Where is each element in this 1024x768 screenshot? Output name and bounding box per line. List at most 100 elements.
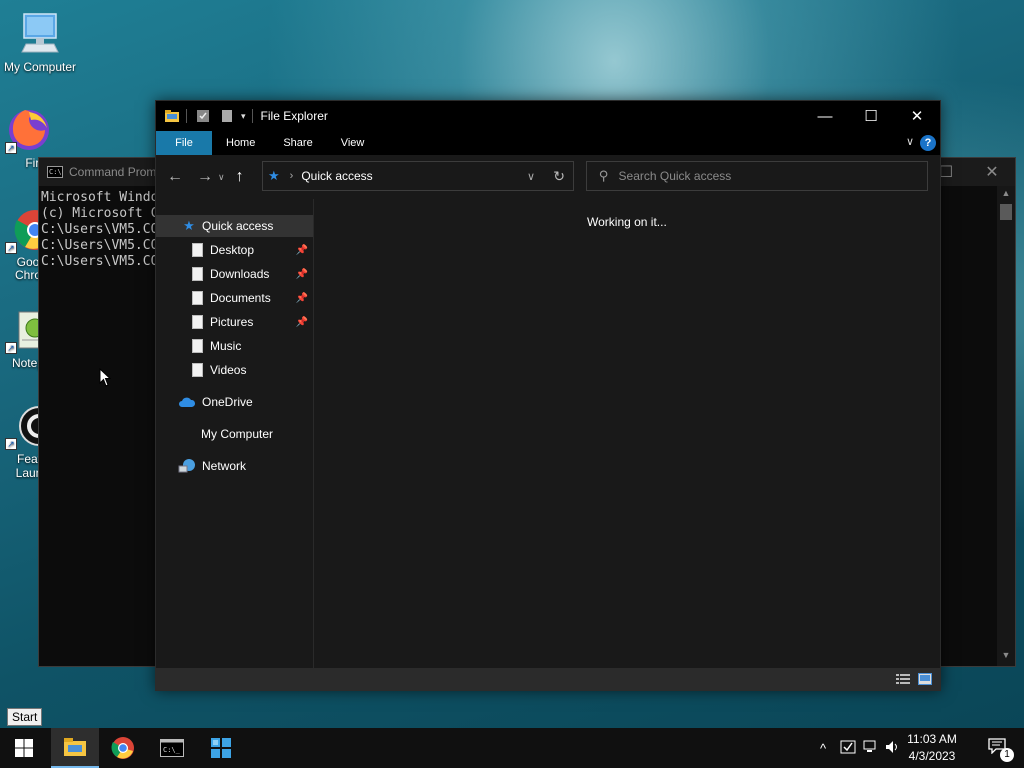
desktop-icon-label: My Computer <box>3 60 77 74</box>
status-bar <box>156 668 940 690</box>
tab-share[interactable]: Share <box>269 131 326 155</box>
address-dropdown-icon[interactable]: ∨ <box>527 170 535 183</box>
explorer-title-bar[interactable]: ▾ File Explorer — ☐ ✕ <box>156 101 940 131</box>
nav-item-pictures[interactable]: Pictures 📌 <box>190 311 312 333</box>
nav-item-label: Desktop <box>210 243 255 257</box>
shortcut-arrow-icon: ↗ <box>5 142 17 154</box>
document-icon <box>190 290 204 306</box>
start-tooltip: Start <box>7 708 43 726</box>
document-icon <box>190 314 204 330</box>
tab-view[interactable]: View <box>327 131 379 155</box>
divider <box>251 109 253 123</box>
details-view-icon[interactable] <box>896 672 910 684</box>
mouse-cursor-icon <box>99 367 113 388</box>
taskbar-file-explorer[interactable] <box>51 728 99 768</box>
taskbar-clock[interactable]: 11:03 AM 4/3/2023 <box>902 731 962 765</box>
close-icon[interactable]: ✕ <box>969 158 1015 186</box>
large-icons-view-icon[interactable] <box>918 672 932 685</box>
pin-icon[interactable]: 📌 <box>296 269 308 280</box>
file-explorer-window[interactable]: ▾ File Explorer — ☐ ✕ File Home Share Vi… <box>155 100 941 691</box>
explorer-content: ★ Quick access Desktop 📌 Downloads 📌 Doc… <box>156 199 940 669</box>
chrome-icon <box>111 737 134 759</box>
loading-message: Working on it... <box>587 215 667 229</box>
taskbar-chrome[interactable] <box>99 728 147 768</box>
pin-icon[interactable]: 📌 <box>296 317 308 328</box>
svg-text:C:\_: C:\_ <box>163 746 181 754</box>
breadcrumb-chevron-icon[interactable]: › <box>290 170 294 182</box>
forward-arrow-icon[interactable]: → <box>192 164 218 190</box>
customize-quick-access-icon[interactable]: ▾ <box>241 111 246 122</box>
refresh-icon[interactable]: ↻ <box>553 168 565 185</box>
back-arrow-icon[interactable]: ← <box>162 164 188 190</box>
properties-icon[interactable] <box>195 108 211 124</box>
nav-item-onedrive[interactable]: OneDrive <box>178 391 312 413</box>
new-folder-icon[interactable] <box>219 108 235 124</box>
cmd-scrollbar[interactable]: ▲ ▼ <box>997 186 1015 666</box>
nav-item-label: Music <box>210 339 242 353</box>
start-button[interactable] <box>0 728 48 768</box>
notification-badge: 1 <box>1000 748 1014 762</box>
taskbar: C:\_ ^ 11:03 AM 4/3/2023 1 <box>0 728 1024 768</box>
search-icon: ⚲ <box>599 168 609 183</box>
nav-item-desktop[interactable]: Desktop 📌 <box>190 239 312 261</box>
folder-icon <box>164 108 180 124</box>
breadcrumb[interactable]: Quick access <box>301 169 372 183</box>
shortcut-arrow-icon: ↗ <box>5 438 17 450</box>
help-icon[interactable]: ? <box>920 135 936 151</box>
tab-home[interactable]: Home <box>212 131 269 155</box>
taskbar-app[interactable] <box>197 728 245 768</box>
minimize-icon[interactable]: — <box>802 101 848 131</box>
search-input[interactable] <box>618 169 919 183</box>
nav-item-downloads[interactable]: Downloads 📌 <box>190 263 312 285</box>
taskbar-command-prompt[interactable]: C:\_ <box>148 728 196 768</box>
up-arrow-icon[interactable]: ↑ <box>227 164 253 190</box>
action-center-button[interactable]: 1 <box>988 738 1014 762</box>
nav-item-documents[interactable]: Documents 📌 <box>190 287 312 309</box>
desktop-icon-my-computer[interactable]: My Computer <box>0 10 80 74</box>
nav-item-label: Videos <box>210 363 247 377</box>
clock-time: 11:03 AM <box>907 732 957 746</box>
folder-icon <box>64 738 86 756</box>
address-bar[interactable]: ★ › Quick access ∨ ↻ <box>262 161 574 191</box>
show-hidden-icons-icon[interactable]: ^ <box>814 741 832 756</box>
star-icon: ★ <box>183 218 195 233</box>
pin-icon[interactable]: 📌 <box>296 245 308 256</box>
cmd-title-text: Command Prom <box>69 165 157 179</box>
recent-locations-icon[interactable]: ∨ <box>218 172 225 183</box>
network-status-icon[interactable] <box>860 740 882 757</box>
nav-item-quick-access[interactable]: ★ Quick access <box>156 215 313 237</box>
nav-item-network[interactable]: Network <box>178 455 312 477</box>
document-icon <box>190 242 204 258</box>
app-tiles-icon <box>211 738 231 758</box>
scroll-up-icon[interactable]: ▲ <box>997 188 1015 202</box>
system-tray: ^ <box>814 728 904 768</box>
network-icon <box>178 458 196 474</box>
scroll-thumb[interactable] <box>1000 204 1012 220</box>
navigation-bar: ← → ∨ ↑ ★ › Quick access ∨ ↻ ⚲ <box>156 155 940 199</box>
computer-icon <box>16 10 64 58</box>
expand-ribbon-icon[interactable]: ∨ <box>906 135 914 148</box>
nav-item-my-computer[interactable]: My Computer <box>201 423 312 445</box>
search-box[interactable]: ⚲ <box>586 161 928 191</box>
document-icon <box>190 266 204 282</box>
nav-item-music[interactable]: Music <box>190 335 312 357</box>
clock-date: 4/3/2023 <box>908 749 956 763</box>
nav-item-label: Pictures <box>210 315 254 329</box>
navigation-pane[interactable]: ★ Quick access Desktop 📌 Downloads 📌 Doc… <box>156 199 314 669</box>
nav-item-label: My Computer <box>201 427 274 441</box>
nav-item-videos[interactable]: Videos <box>190 359 312 381</box>
nav-item-label: Documents <box>210 291 271 305</box>
nav-item-label: Quick access <box>202 219 274 233</box>
close-icon[interactable]: ✕ <box>894 101 940 131</box>
onedrive-cloud-icon <box>178 394 196 410</box>
tab-file[interactable]: File <box>156 131 212 155</box>
ribbon-tabs: File Home Share View ∨ ? <box>156 131 940 155</box>
security-icon[interactable] <box>836 740 860 757</box>
nav-item-label: Downloads <box>210 267 270 281</box>
volume-icon[interactable] <box>882 740 904 757</box>
pin-icon[interactable]: 📌 <box>296 293 308 304</box>
scroll-down-icon[interactable]: ▼ <box>997 650 1015 664</box>
maximize-icon[interactable]: ☐ <box>848 101 894 131</box>
cmd-app-icon: C:\ <box>47 166 63 178</box>
file-list-area[interactable]: Working on it... <box>315 199 940 669</box>
